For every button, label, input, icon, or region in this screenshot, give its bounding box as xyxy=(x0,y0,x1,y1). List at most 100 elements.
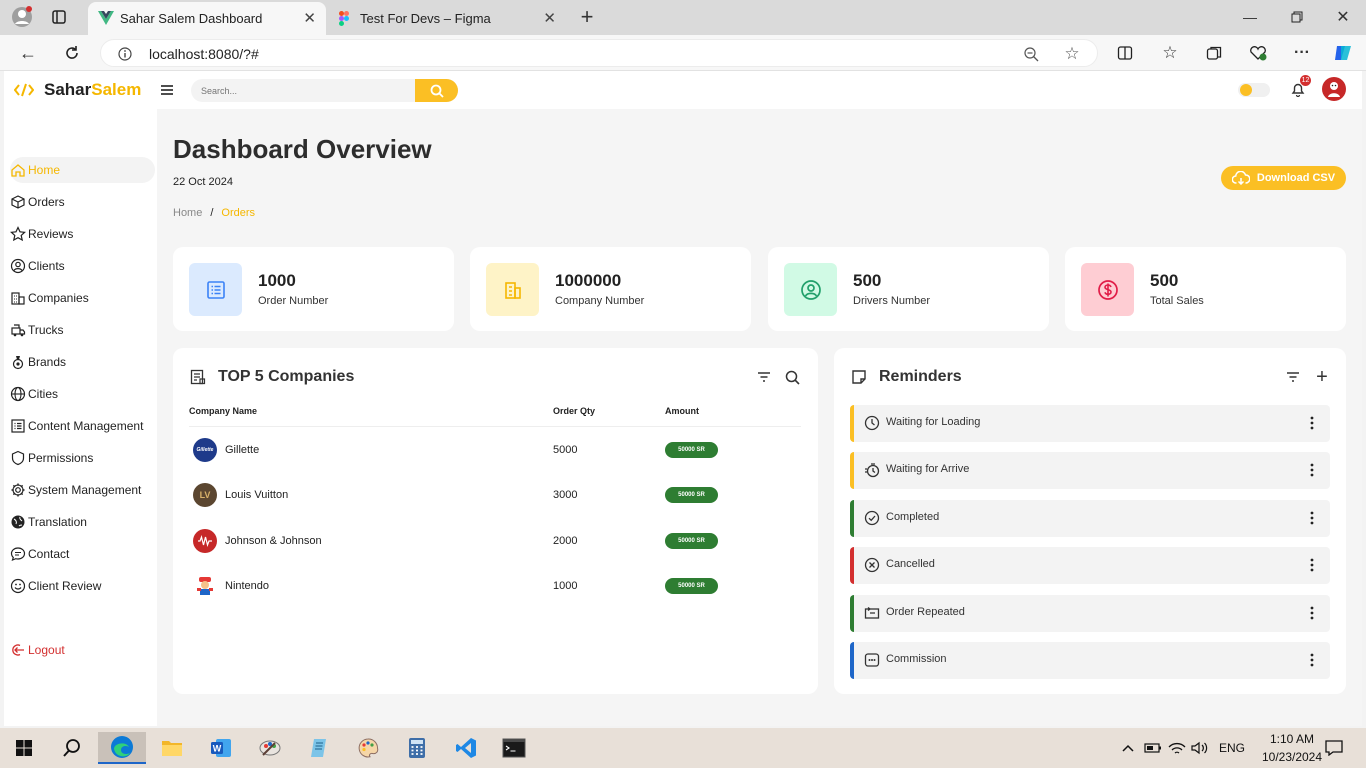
terminal-icon[interactable] xyxy=(490,732,538,764)
more-vertical-icon[interactable] xyxy=(1304,605,1320,621)
home-icon xyxy=(11,164,25,177)
more-vertical-icon[interactable] xyxy=(1304,415,1320,431)
reminder-item[interactable]: Waiting for Loading xyxy=(850,405,1330,442)
sidebar-item-content-management[interactable]: Content Management xyxy=(10,413,155,439)
back-arrow-icon[interactable]: ← xyxy=(18,43,38,63)
sidebar-item-trucks[interactable]: Trucks xyxy=(10,317,155,343)
stat-icon-box xyxy=(486,263,539,316)
minimize-icon[interactable]: — xyxy=(1240,8,1260,26)
copilot-icon[interactable] xyxy=(1332,42,1354,64)
brand-icon xyxy=(12,356,24,370)
windows-start-icon[interactable] xyxy=(0,732,48,764)
sidebar-item-clients[interactable]: Clients xyxy=(10,253,155,279)
more-vertical-icon[interactable] xyxy=(1304,462,1320,478)
notification-bell-icon[interactable]: 12 xyxy=(1288,75,1311,99)
volume-icon[interactable] xyxy=(1191,739,1209,757)
word-icon[interactable]: W xyxy=(197,732,245,764)
calculator-icon[interactable] xyxy=(393,732,441,764)
search-input[interactable] xyxy=(201,82,401,99)
browser-essentials-icon[interactable] xyxy=(1248,43,1268,63)
filter-icon[interactable] xyxy=(1284,368,1302,386)
sidebar-item-cities[interactable]: Cities xyxy=(10,381,155,407)
sidebar-item-home[interactable]: Home xyxy=(10,157,155,183)
more-vertical-icon[interactable] xyxy=(1304,652,1320,668)
battery-icon[interactable] xyxy=(1144,740,1162,756)
profile-avatar-icon[interactable] xyxy=(10,5,34,29)
close-window-icon[interactable]: ✕ xyxy=(1333,7,1353,27)
language-indicator[interactable]: ENG xyxy=(1219,741,1245,755)
action-center-icon[interactable] xyxy=(1324,739,1344,757)
tab-figma[interactable]: Test For Devs – Figma ✕ xyxy=(328,2,566,35)
reminder-item[interactable]: Waiting for Arrive xyxy=(850,452,1330,489)
sidebar-item-brands[interactable]: Brands xyxy=(10,349,155,375)
table-row[interactable]: LV Louis Vuitton 3000 50000 SR xyxy=(189,483,799,523)
zoom-out-icon[interactable] xyxy=(1023,46,1039,62)
more-vertical-icon[interactable] xyxy=(1304,557,1320,573)
logo-text-part1: Sahar xyxy=(44,80,92,99)
more-vertical-icon[interactable] xyxy=(1304,510,1320,526)
close-tab-icon[interactable]: ✕ xyxy=(543,9,556,27)
filter-icon[interactable] xyxy=(755,368,773,386)
tab-sahar-dashboard[interactable]: Sahar Salem Dashboard ✕ xyxy=(88,2,326,35)
building-icon xyxy=(11,292,25,305)
close-tab-icon[interactable]: ✕ xyxy=(303,9,316,27)
add-reminder-icon[interactable]: + xyxy=(1312,366,1332,388)
wifi-icon[interactable] xyxy=(1168,739,1186,757)
sidebar-item-reviews[interactable]: Reviews xyxy=(10,221,155,247)
split-screen-icon[interactable] xyxy=(1115,43,1135,63)
edge-taskbar-icon[interactable] xyxy=(98,732,146,764)
favorite-star-icon[interactable]: ☆ xyxy=(1063,44,1081,63)
sidebar-item-label: Home xyxy=(28,163,61,177)
reminder-item[interactable]: Completed xyxy=(850,500,1330,537)
app-logo[interactable]: SaharSalem xyxy=(44,80,141,100)
reminder-item[interactable]: Order Repeated xyxy=(850,595,1330,632)
breadcrumb-home[interactable]: Home xyxy=(173,207,202,219)
clock-time[interactable]: 1:10 AM xyxy=(1259,732,1325,746)
stat-icon-box xyxy=(1081,263,1134,316)
sidebar-item-label: Reviews xyxy=(28,227,74,241)
user-avatar[interactable] xyxy=(1322,77,1346,101)
collections-icon[interactable] xyxy=(1204,43,1224,63)
clock-date[interactable]: 10/23/2024 xyxy=(1251,750,1333,764)
breadcrumb-current[interactable]: Orders xyxy=(221,207,255,219)
hamburger-menu-icon[interactable] xyxy=(159,82,175,98)
download-csv-button[interactable]: Download CSV xyxy=(1221,166,1346,190)
show-hidden-icons-icon[interactable] xyxy=(1120,740,1136,756)
logout-button[interactable]: Logout xyxy=(10,637,155,663)
file-explorer-icon[interactable] xyxy=(148,732,196,764)
stat-label: Order Number xyxy=(258,295,329,307)
stat-label: Drivers Number xyxy=(853,295,931,307)
search-button[interactable] xyxy=(415,79,458,102)
reminder-item[interactable]: Cancelled xyxy=(850,547,1330,584)
new-tab-icon[interactable]: + xyxy=(576,4,598,29)
more-menu-icon[interactable]: ··· xyxy=(1292,43,1312,63)
sidebar-item-translation[interactable]: Translation xyxy=(10,509,155,535)
url-text: localhost:8080/?# xyxy=(149,46,259,62)
sidebar-item-system-management[interactable]: System Management xyxy=(10,477,155,503)
info-icon[interactable] xyxy=(117,46,133,62)
favorites-icon[interactable]: ☆ xyxy=(1159,42,1181,64)
amount-badge: 50000 SR xyxy=(665,442,718,458)
taskbar-search-icon[interactable] xyxy=(48,732,96,764)
restore-icon[interactable] xyxy=(1287,8,1307,26)
sidebar-item-contact[interactable]: Contact xyxy=(10,541,155,567)
table-row[interactable]: Nintendo 1000 50000 SR xyxy=(189,574,799,614)
sidebar-item-permissions[interactable]: Permissions xyxy=(10,445,155,471)
sidebar-item-orders[interactable]: Orders xyxy=(10,189,155,215)
refresh-icon[interactable] xyxy=(62,43,82,63)
theme-toggle[interactable] xyxy=(1238,83,1270,97)
search-icon[interactable] xyxy=(783,368,801,386)
vscode-icon[interactable] xyxy=(442,732,490,764)
waveform-icon xyxy=(198,535,212,547)
tab-actions-icon[interactable] xyxy=(50,8,68,26)
paint-icon[interactable] xyxy=(344,732,392,764)
sidebar-item-client-review[interactable]: Client Review xyxy=(10,573,155,599)
table-row[interactable]: Gillette Gillette 5000 50000 SR xyxy=(189,438,799,478)
notepad-icon[interactable] xyxy=(295,732,343,764)
table-row[interactable]: Johnson & Johnson 2000 50000 SR xyxy=(189,529,799,569)
paint-3d-icon[interactable] xyxy=(246,732,294,764)
reminder-item[interactable]: Commission xyxy=(850,642,1330,679)
url-box[interactable]: localhost:8080/?# ☆ xyxy=(100,39,1098,67)
sidebar-item-companies[interactable]: Companies xyxy=(10,285,155,311)
sidebar-item-label: Brands xyxy=(28,355,67,369)
